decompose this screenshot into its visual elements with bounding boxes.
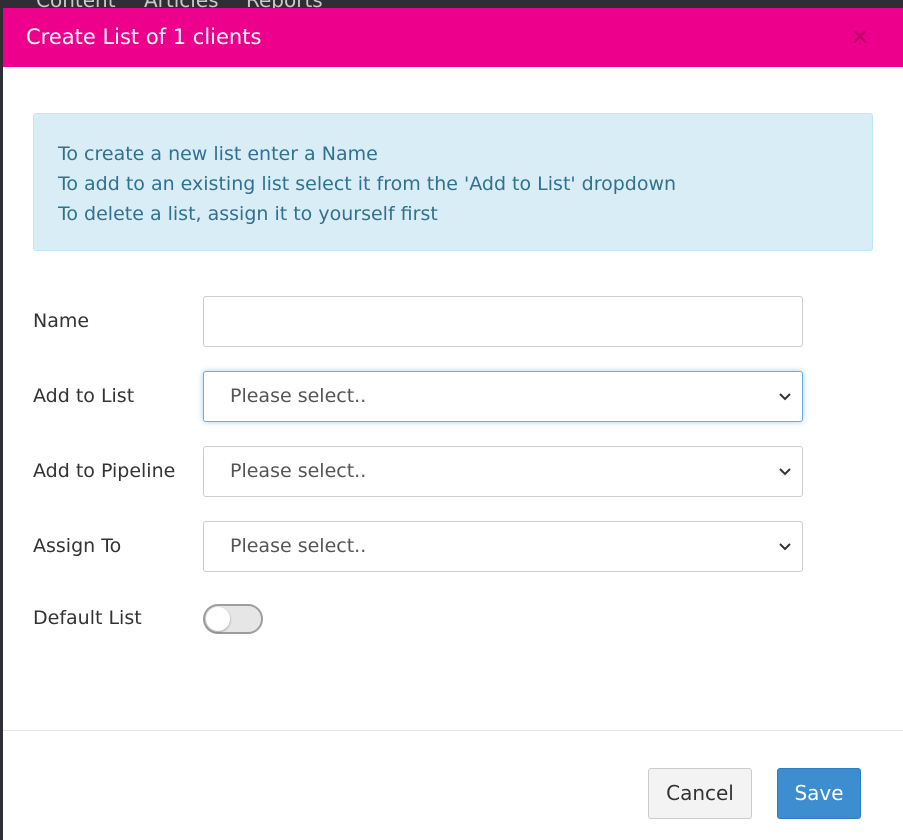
background-nav: Content Articles Reports — [0, 0, 903, 8]
add-to-list-label: Add to List — [33, 385, 135, 407]
name-label: Name — [33, 310, 90, 332]
add-to-pipeline-select[interactable]: Please select.. — [203, 446, 803, 497]
background-nav-item: Content — [36, 0, 116, 8]
background-nav-item: Reports — [246, 0, 323, 8]
info-line: To delete a list, assign it to yourself … — [58, 203, 438, 225]
add-to-list-select[interactable]: Please select.. — [203, 371, 803, 422]
name-input[interactable] — [203, 296, 803, 347]
create-list-modal: Create List of 1 clients × To create a n… — [3, 8, 903, 840]
assign-to-value: Please select.. — [230, 535, 367, 557]
default-list-label: Default List — [33, 607, 142, 629]
modal-title: Create List of 1 clients — [26, 25, 262, 49]
save-button[interactable]: Save — [777, 768, 861, 819]
info-line: To add to an existing list select it fro… — [58, 173, 677, 195]
add-to-pipeline-label: Add to Pipeline — [33, 460, 176, 482]
add-to-pipeline-value: Please select.. — [230, 460, 367, 482]
chevron-down-icon — [779, 543, 791, 551]
background-nav-item: Articles — [144, 0, 219, 8]
modal-header: Create List of 1 clients × — [3, 8, 903, 67]
chevron-down-icon — [779, 468, 791, 476]
add-to-list-value: Please select.. — [230, 385, 367, 407]
toggle-knob — [206, 607, 230, 631]
chevron-down-icon — [779, 393, 791, 401]
close-icon[interactable]: × — [848, 23, 872, 49]
footer-divider — [3, 730, 903, 731]
default-list-toggle[interactable] — [203, 604, 263, 634]
info-line: To create a new list enter a Name — [58, 143, 378, 165]
cancel-button[interactable]: Cancel — [648, 768, 752, 819]
info-alert: To create a new list enter a Name To add… — [33, 113, 873, 251]
assign-to-select[interactable]: Please select.. — [203, 521, 803, 572]
assign-to-label: Assign To — [33, 535, 122, 557]
